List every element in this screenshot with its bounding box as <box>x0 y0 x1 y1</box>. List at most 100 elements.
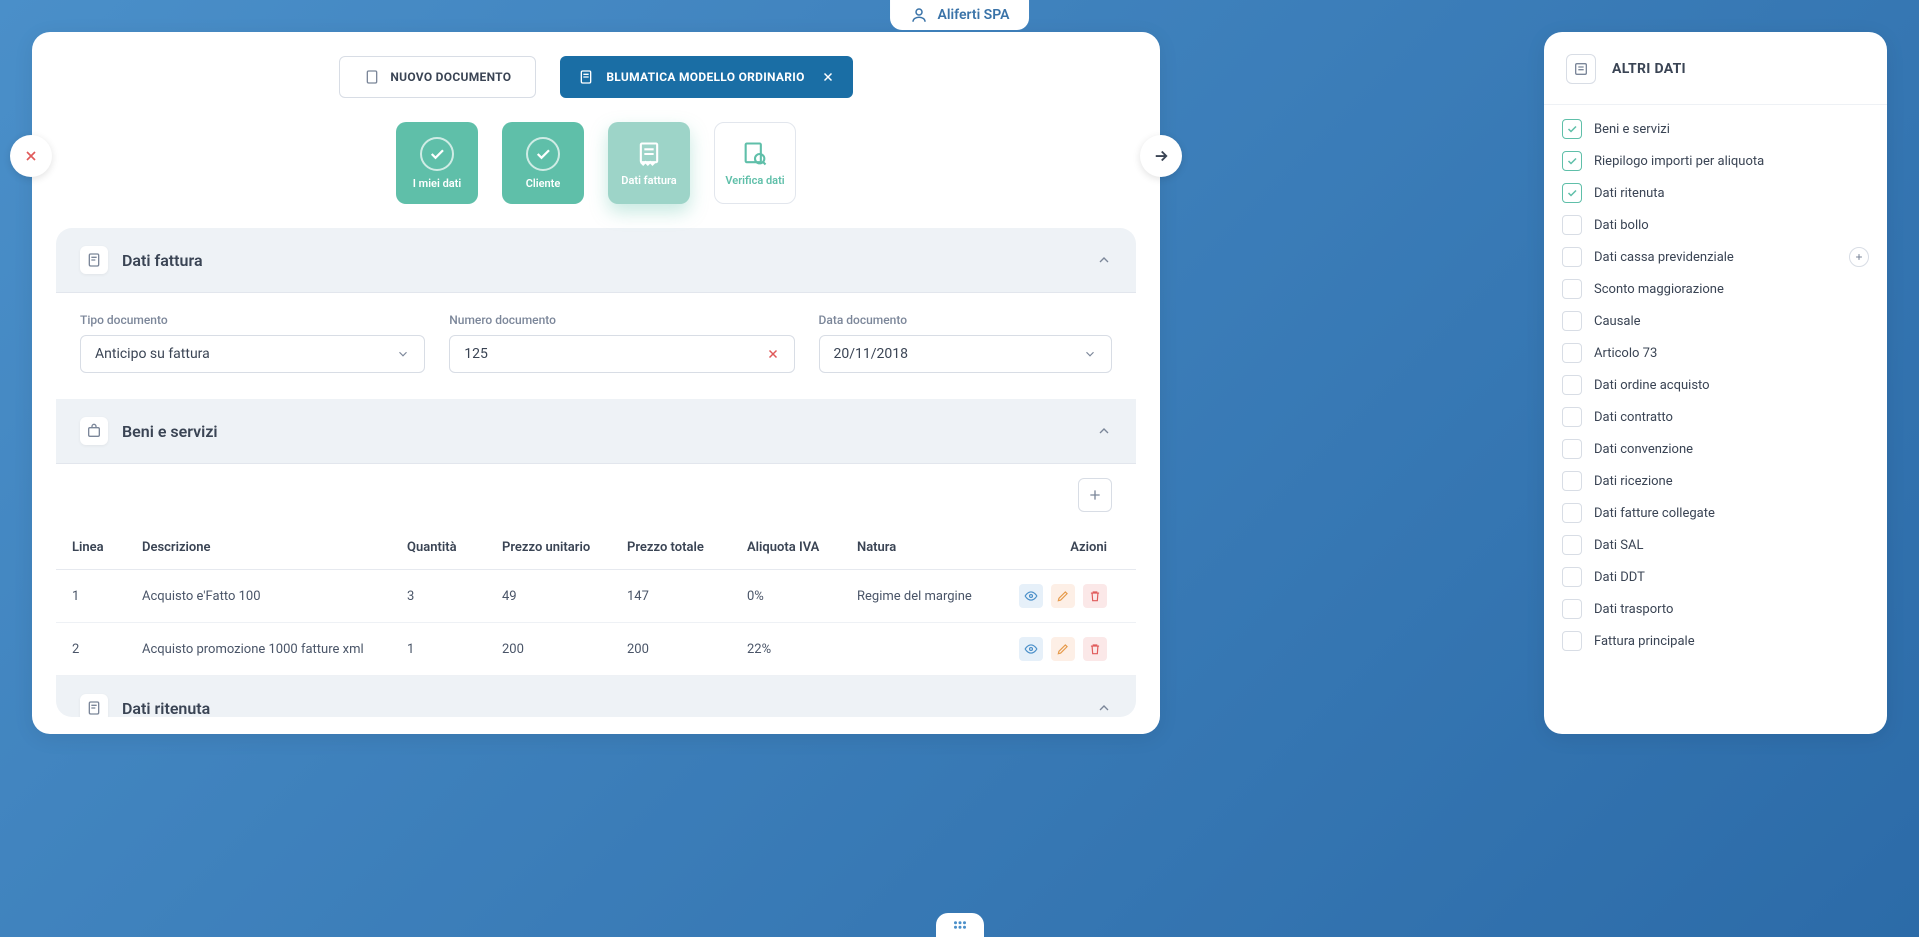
checkbox-item[interactable]: Beni e servizi <box>1562 119 1869 139</box>
checkbox[interactable] <box>1562 631 1582 651</box>
checkbox-item[interactable]: Fattura principale <box>1562 631 1869 651</box>
checkbox-item[interactable]: Dati bollo <box>1562 215 1869 235</box>
checkbox-item[interactable]: Dati trasporto <box>1562 599 1869 619</box>
plus-icon <box>1087 487 1103 503</box>
checkbox-label: Dati SAL <box>1594 538 1643 553</box>
checkbox[interactable] <box>1562 599 1582 619</box>
nav-next-button[interactable] <box>1140 135 1182 177</box>
document-icon <box>364 69 380 85</box>
checkbox-item[interactable]: Dati cassa previdenziale <box>1562 247 1869 267</box>
checkbox[interactable] <box>1562 279 1582 299</box>
chevron-down-icon <box>396 347 410 361</box>
checkbox-list: Beni e servizi Riepilogo importi per aliq… <box>1544 105 1887 665</box>
checkbox[interactable] <box>1562 215 1582 235</box>
side-panel: ALTRI DATI Beni e serviziRiepilogo impor… <box>1544 32 1887 734</box>
col-descr: Descrizione <box>142 540 407 555</box>
company-badge[interactable]: Aliferti SPA <box>890 0 1030 30</box>
edit-button[interactable] <box>1051 584 1075 608</box>
checkbox-item[interactable]: Riepilogo importi per aliquota <box>1562 151 1869 171</box>
checkbox[interactable] <box>1562 535 1582 555</box>
nav-close-button[interactable] <box>10 135 52 177</box>
cell-prezzo-tot: 147 <box>627 589 747 604</box>
checkbox-item[interactable]: Articolo 73 <box>1562 343 1869 363</box>
checkbox-label: Dati ritenuta <box>1594 186 1665 201</box>
cell-prezzo-unit: 200 <box>502 642 627 657</box>
close-icon[interactable] <box>821 70 835 84</box>
plus-icon <box>1854 252 1864 262</box>
section-icon <box>80 246 108 274</box>
tipo-documento-select[interactable]: Anticipo su fattura <box>80 335 425 373</box>
checkbox-label: Dati bollo <box>1594 218 1649 233</box>
data-documento-select[interactable]: 20/11/2018 <box>819 335 1112 373</box>
checkbox-item[interactable]: Causale <box>1562 311 1869 331</box>
cell-actions <box>1007 637 1107 661</box>
model-button[interactable]: BLUMATICA MODELLO ORDINARIO <box>560 56 852 98</box>
edit-button[interactable] <box>1051 637 1075 661</box>
checkbox-label: Dati contratto <box>1594 410 1673 425</box>
checkbox[interactable] <box>1562 503 1582 523</box>
checkbox[interactable] <box>1562 183 1582 203</box>
pencil-icon <box>1056 589 1070 603</box>
field-label: Data documento <box>819 313 1112 327</box>
add-sub-button[interactable] <box>1849 247 1869 267</box>
user-icon <box>910 6 928 24</box>
field-label: Tipo documento <box>80 313 425 327</box>
field-label: Numero documento <box>449 313 794 327</box>
checkbox-item[interactable]: Dati fatture collegate <box>1562 503 1869 523</box>
checkbox-label: Dati ordine acquisto <box>1594 378 1710 393</box>
checkbox-item[interactable]: Sconto maggiorazione <box>1562 279 1869 299</box>
step-verify[interactable]: Verifica dati <box>714 122 796 204</box>
checkbox-item[interactable]: Dati DDT <box>1562 567 1869 587</box>
main-panel: NUOVO DOCUMENTO BLUMATICA MODELLO ORDINA… <box>32 32 1160 734</box>
checkbox[interactable] <box>1562 247 1582 267</box>
clear-icon[interactable] <box>766 347 780 361</box>
receipt-icon <box>635 140 663 168</box>
grid-icon <box>951 919 969 931</box>
add-line-button[interactable] <box>1078 478 1112 512</box>
new-document-label: NUOVO DOCUMENTO <box>390 70 511 84</box>
company-name: Aliferti SPA <box>938 7 1010 23</box>
checkbox-label: Beni e servizi <box>1594 122 1670 137</box>
checkbox-label: Dati ricezione <box>1594 474 1673 489</box>
view-button[interactable] <box>1019 637 1043 661</box>
bottom-dock-button[interactable] <box>936 913 984 937</box>
new-document-button[interactable]: NUOVO DOCUMENTO <box>339 56 536 98</box>
delete-button[interactable] <box>1083 584 1107 608</box>
sidebar-icon <box>1566 54 1596 84</box>
step-label: I miei dati <box>413 177 461 190</box>
step-label: Verifica dati <box>725 174 784 187</box>
field-tipo-documento: Tipo documento Anticipo su fattura <box>80 313 425 373</box>
section-dati-ritenuta: Dati ritenuta <box>56 676 1136 717</box>
checkbox[interactable] <box>1562 407 1582 427</box>
checkbox-item[interactable]: Dati contratto <box>1562 407 1869 427</box>
step-cards: I miei dati Cliente Dati fattura Verific… <box>32 98 1160 228</box>
checkbox[interactable] <box>1562 343 1582 363</box>
section-icon <box>80 694 108 717</box>
checkbox[interactable] <box>1562 567 1582 587</box>
section-header-beni[interactable]: Beni e servizi <box>56 399 1136 464</box>
checkbox-label: Dati DDT <box>1594 570 1645 585</box>
checkbox[interactable] <box>1562 471 1582 491</box>
checkbox[interactable] <box>1562 119 1582 139</box>
checkbox-item[interactable]: Dati ricezione <box>1562 471 1869 491</box>
section-header-fattura[interactable]: Dati fattura <box>56 228 1136 293</box>
step-my-data[interactable]: I miei dati <box>396 122 478 204</box>
numero-documento-input[interactable]: 125 <box>449 335 794 373</box>
checkbox[interactable] <box>1562 151 1582 171</box>
checkbox-item[interactable]: Dati ordine acquisto <box>1562 375 1869 395</box>
section-header-ritenuta[interactable]: Dati ritenuta <box>56 676 1136 717</box>
step-client[interactable]: Cliente <box>502 122 584 204</box>
checkbox[interactable] <box>1562 311 1582 331</box>
document-lines-icon <box>578 69 594 85</box>
delete-button[interactable] <box>1083 637 1107 661</box>
content-area: Dati fattura Tipo documento Anticipo su … <box>56 228 1136 717</box>
checkbox[interactable] <box>1562 439 1582 459</box>
checkbox-item[interactable]: Dati convenzione <box>1562 439 1869 459</box>
checkbox[interactable] <box>1562 375 1582 395</box>
step-invoice-data[interactable]: Dati fattura <box>608 122 690 204</box>
checkbox-item[interactable]: Dati SAL <box>1562 535 1869 555</box>
checkbox-label: Articolo 73 <box>1594 346 1657 361</box>
view-button[interactable] <box>1019 584 1043 608</box>
checkbox-item[interactable]: Dati ritenuta <box>1562 183 1869 203</box>
table-row: 1 Acquisto e'Fatto 100 3 49 147 0% Regim… <box>56 570 1136 623</box>
